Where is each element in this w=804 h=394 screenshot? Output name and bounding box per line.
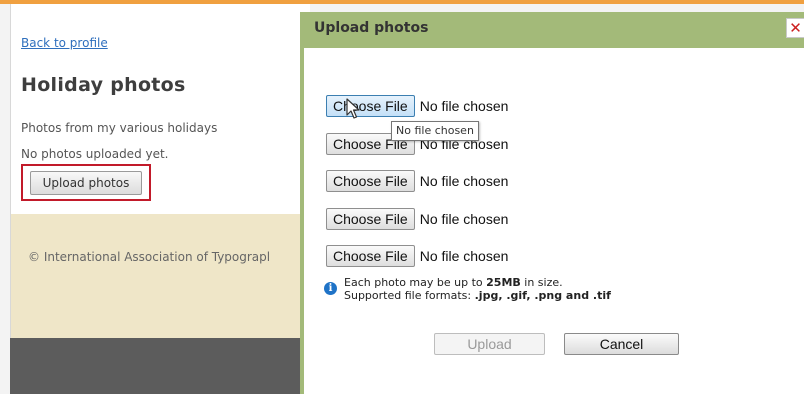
choose-file-button[interactable]: Choose File: [326, 245, 415, 267]
choose-file-button[interactable]: Choose File: [326, 95, 415, 117]
mouse-cursor-icon: [346, 98, 360, 119]
file-input-row: Choose File No file chosen: [326, 170, 508, 192]
file-tooltip: No file chosen: [391, 121, 479, 141]
file-input-row: Choose File No file chosen: [326, 245, 508, 267]
upload-photos-dialog: Upload photos ✕ Choose File No file chos…: [300, 12, 804, 394]
cancel-button[interactable]: Cancel: [564, 333, 679, 355]
formats-line: Supported file formats: .jpg, .gif, .png…: [344, 289, 611, 302]
album-panel: Back to profile Holiday photos Photos fr…: [10, 4, 310, 214]
upload-photos-button[interactable]: Upload photos: [30, 171, 142, 195]
footer-bar: [10, 338, 310, 394]
copyright-text: © International Association of Typograpl: [28, 250, 271, 264]
file-input-row: Choose File No file chosen: [326, 208, 508, 230]
upload-button[interactable]: Upload: [434, 333, 545, 355]
choose-file-button[interactable]: Choose File: [326, 208, 415, 230]
choose-file-button[interactable]: Choose File: [326, 170, 415, 192]
dialog-body: Choose File No file chosen Choose File N…: [304, 48, 804, 394]
dialog-title: Upload photos: [314, 20, 429, 36]
close-icon[interactable]: ✕: [786, 18, 804, 38]
size-limit-line: Each photo may be up to 25MB in size.: [344, 276, 563, 289]
highlight-box: Upload photos: [21, 164, 151, 201]
info-icon: i: [324, 282, 337, 295]
page-footer: © International Association of Typograpl: [10, 214, 310, 338]
file-status: No file chosen: [419, 98, 509, 114]
empty-message: No photos uploaded yet.: [21, 147, 169, 161]
file-status: No file chosen: [419, 211, 509, 227]
file-status: No file chosen: [419, 173, 509, 189]
album-description: Photos from my various holidays: [21, 121, 218, 135]
file-status: No file chosen: [419, 248, 509, 264]
back-to-profile-link[interactable]: Back to profile: [21, 36, 108, 50]
upload-info-text: Each photo may be up to 25MB in size. Su…: [344, 276, 611, 302]
page-title: Holiday photos: [21, 74, 186, 96]
